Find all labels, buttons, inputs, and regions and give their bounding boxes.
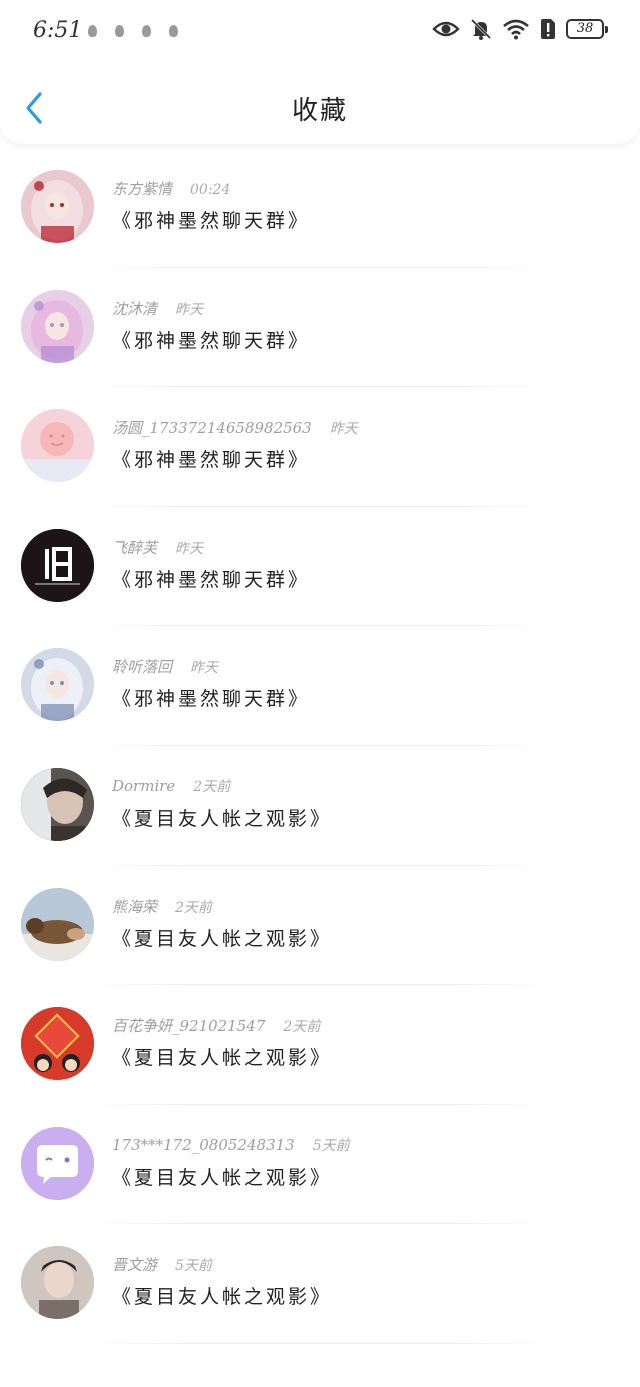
notification-icon [169,25,178,37]
item-meta: 百花争妍_921021547 2天前 [112,1015,320,1036]
item-time: 昨天 [175,301,204,318]
battery-icon: 38 [566,19,608,39]
favorites-list: 东方紫情 00:24 《邪神墨然聊天群》 沈沐清 昨天 《邪神墨然聊天群》 汤圆_17337… [0,148,640,1344]
item-meta: 东方紫情 00:24 [112,178,230,199]
item-title: 《夏目友人帐之观影》 [112,1286,333,1309]
notification-icons [88,25,178,37]
item-title: 《夏目友人帐之观影》 [112,1047,333,1070]
anime-girl-blue-avatar [21,648,94,722]
list-item[interactable]: 聆听落回 昨天《邪神墨然聊天群》 [0,626,640,746]
list-item[interactable]: 东方紫情 00:24 《邪神墨然聊天群》 [0,148,640,268]
notification-icon [88,25,97,37]
item-meta: 飞醉芙 昨天 [112,537,203,558]
purple-chat-avatar [21,1126,94,1200]
item-username: 东方紫情 [112,180,173,198]
list-item[interactable]: 晋文游 5天前《夏目友人帐之观影》 [0,1224,640,1344]
list-item[interactable]: 沈沐清 昨天《邪神墨然聊天群》 [0,268,640,388]
pink-sun-avatar [21,409,94,483]
list-item[interactable]: 173***172_0805248313 5天前《夏目友人帐之观影》 [0,1105,640,1225]
item-meta: 沈沐清 昨天 [112,298,203,319]
notification-icon [142,25,151,37]
list-item[interactable]: 汤圆_17337214658982563 昨天《邪神墨然聊天群》 [0,387,640,507]
item-meta: 173***172_0805248313 5天前 [112,1135,350,1155]
anime-girl-red-avatar [21,170,94,243]
list-item[interactable]: 飞醉芙 昨天《邪神墨然聊天群》 [0,507,640,627]
item-title: 《夏目友人帐之观影》 [112,1166,333,1189]
black-18-avatar [21,528,94,602]
fu-red-avatar [21,1007,94,1081]
page-title: 收藏 [291,96,348,126]
bell-muted-icon [470,18,492,40]
item-time: 昨天 [329,421,358,438]
item-username: 聆听落回 [112,658,173,677]
item-title: 《邪神墨然聊天群》 [112,449,311,472]
item-time: 昨天 [175,540,204,557]
notification-icon [115,25,124,37]
item-title: 《夏目友人帐之观影》 [112,927,333,950]
item-title: 《夏目友人帐之观影》 [112,807,333,830]
item-meta: 汤圆_17337214658982563 昨天 [112,417,358,438]
item-title: 《邪神墨然聊天群》 [112,688,311,711]
boy-photo-avatar [21,1246,94,1320]
item-time: 昨天 [190,660,219,677]
item-time: 2天前 [193,778,231,795]
item-title: 《邪神墨然聊天群》 [112,568,311,591]
header-bar: 收藏 [0,62,640,144]
item-username: 飞醉芙 [112,538,158,557]
item-time: 2天前 [283,1019,321,1036]
item-time: 5天前 [175,1258,212,1275]
item-meta: Dormire 2天前 [112,776,230,796]
list-item[interactable]: 熊海荣 2天前《夏目友人帐之观影》 [0,866,640,986]
sim-alert-icon [540,18,556,40]
item-meta: 熊海荣 2天前 [112,896,212,917]
cat-avatar [21,887,94,961]
item-time: 2天前 [175,899,212,916]
item-username: 汤圆_17337214658982563 [112,419,312,438]
anime-boy-dark-avatar [21,767,94,841]
list-item[interactable]: Dormire 2天前《夏目友人帐之观影》 [0,746,640,866]
list-item[interactable]: 百花争妍_921021547 2天前《夏目友人帐之观影》 [0,985,640,1105]
item-username: 173***172_0805248313 [112,1135,295,1154]
item-title: 《邪神墨然聊天群》 [112,210,311,232]
item-meta: 聆听落回 昨天 [112,656,218,677]
item-time: 5天前 [312,1137,350,1154]
wifi-icon [502,18,530,40]
item-time: 00:24 [190,182,231,198]
eye-icon [432,19,460,39]
item-title: 《邪神墨然聊天群》 [112,329,311,352]
item-username: 百花争妍_921021547 [112,1017,266,1036]
status-time: 6:51 [33,18,83,43]
item-username: Dormire [112,776,176,795]
item-username: 沈沐清 [112,299,158,318]
divider [95,1342,545,1344]
item-meta: 晋文游 5天前 [112,1254,212,1275]
item-username: 熊海荣 [112,897,158,916]
item-username: 晋文游 [112,1256,158,1275]
status-bar: 6:51 38 [0,0,640,62]
anime-girl-pink-avatar [21,289,94,363]
